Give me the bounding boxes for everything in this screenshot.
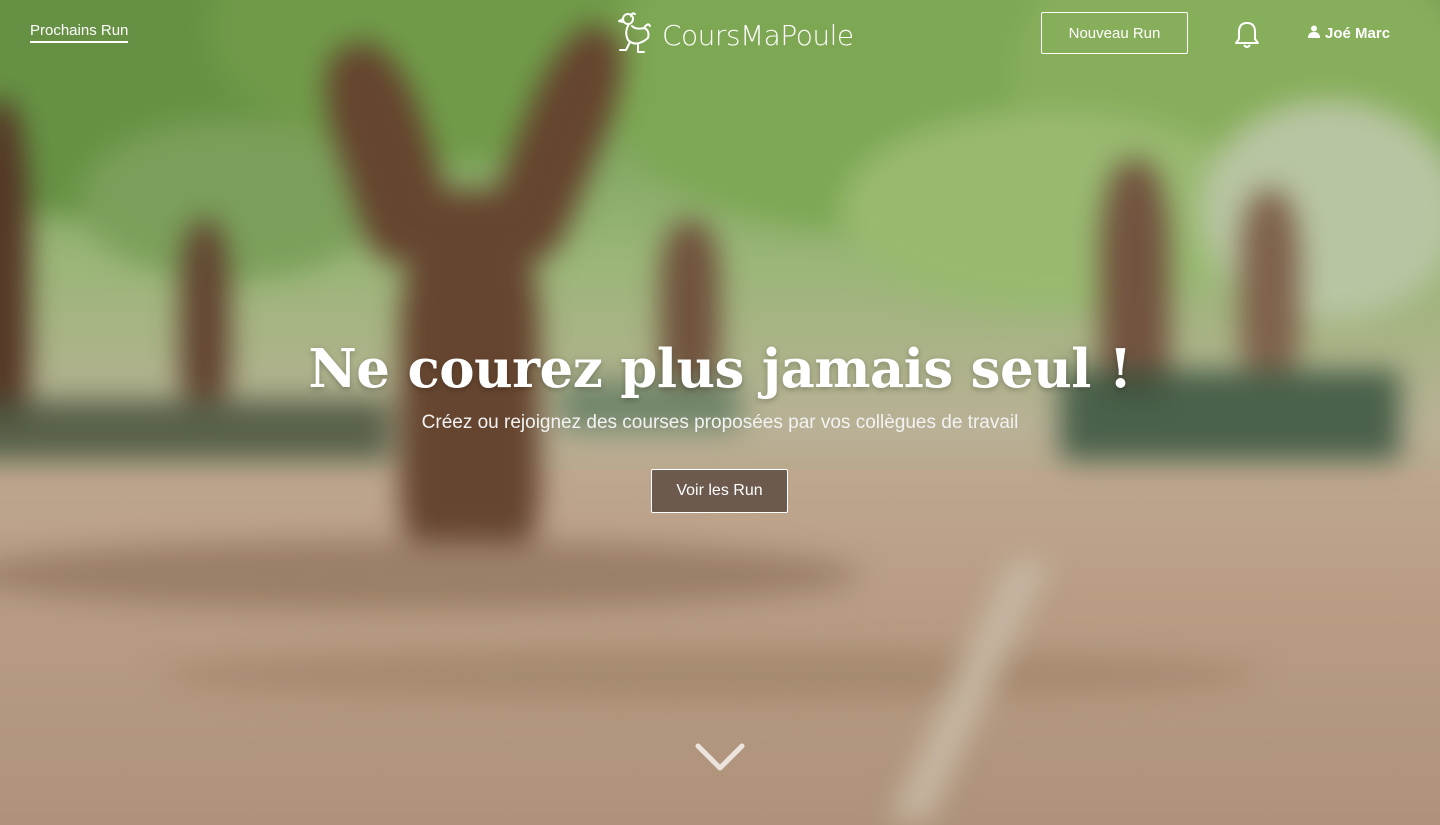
hero-headline: Ne courez plus jamais seul ! <box>308 338 1132 400</box>
chevron-down-icon[interactable] <box>694 740 746 774</box>
logo-text: CoursMaPoule <box>662 18 854 52</box>
chicken-icon <box>614 10 654 60</box>
logo[interactable]: CoursMaPoule <box>614 10 854 60</box>
user-menu[interactable]: Joé Marc <box>1308 25 1390 42</box>
top-navbar: Prochains Run CoursMaPoule Nouveau Run J… <box>0 0 1440 70</box>
user-name: Joé Marc <box>1325 25 1391 42</box>
nav-link-prochains-run[interactable]: Prochains Run <box>30 22 129 43</box>
view-runs-button[interactable]: Voir les Run <box>651 469 788 513</box>
user-icon <box>1308 25 1320 42</box>
bell-icon[interactable] <box>1234 20 1260 50</box>
new-run-button[interactable]: Nouveau Run <box>1041 12 1188 54</box>
hero-subtitle: Créez ou rejoignez des courses proposées… <box>421 412 1019 433</box>
